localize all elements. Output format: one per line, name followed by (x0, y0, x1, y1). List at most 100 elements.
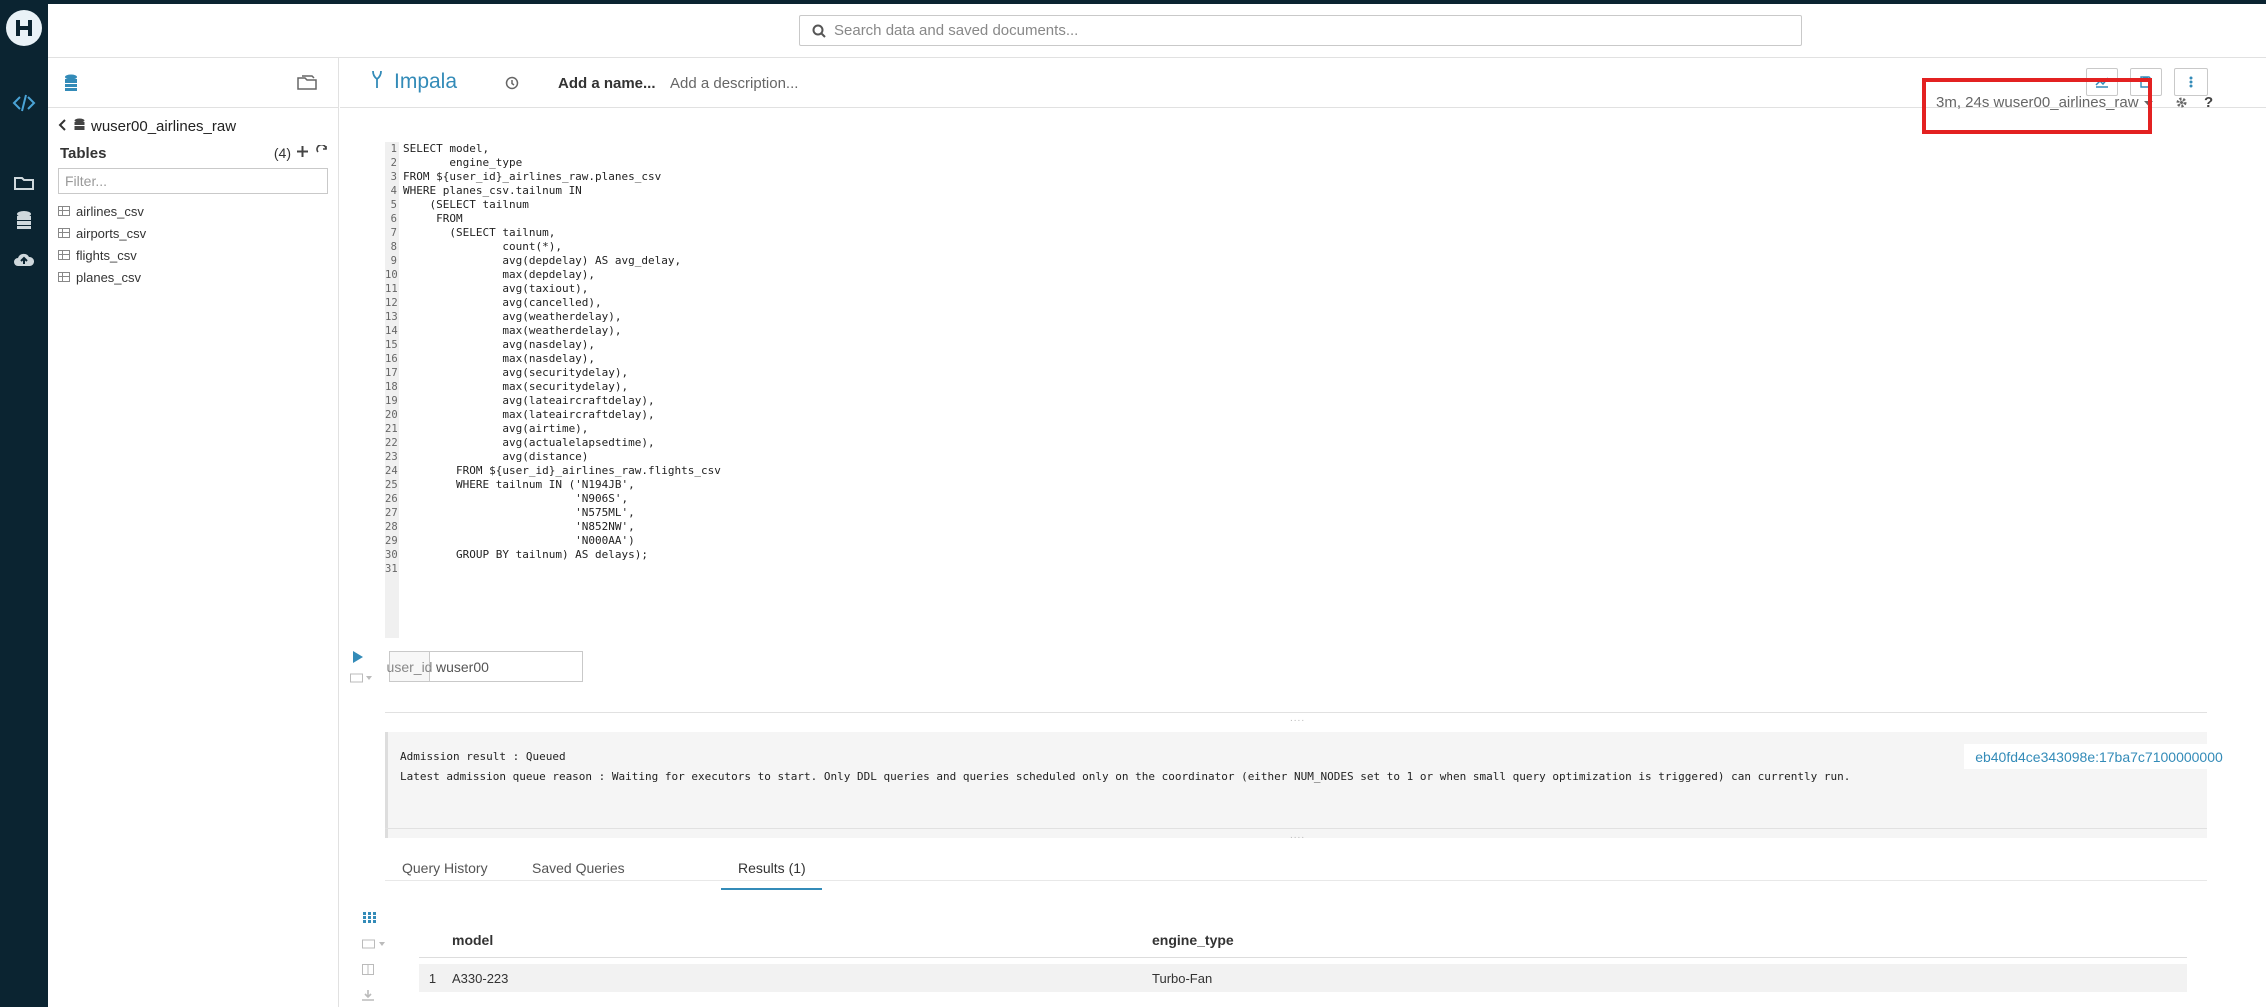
tab-query-history[interactable]: Query History (402, 860, 488, 876)
refresh-icon[interactable] (316, 143, 328, 162)
history-icon[interactable] (505, 76, 519, 95)
assist-panel-header (48, 58, 338, 108)
assist-panel: wuser00_airlines_raw Tables (4) Filter..… (48, 58, 339, 1007)
code-line: avg(securitydelay), (403, 366, 629, 379)
table-item-airlines_csv[interactable]: airlines_csv (58, 200, 146, 222)
grid-view-icon[interactable] (363, 910, 376, 928)
table-icon (58, 250, 70, 260)
code-line: avg(airtime), (403, 422, 589, 435)
results-grid: model engine_type 1 A330-223 Turbo-Fan (419, 932, 2187, 992)
code-line: FROM ${user_id}_airlines_raw.planes_csv (403, 170, 662, 183)
code-line: count(*), (403, 240, 562, 253)
code-line: (SELECT tailnum (403, 198, 529, 211)
code-line: 'N852NW', (403, 520, 635, 533)
table-icon (58, 228, 70, 238)
editor-code-icon[interactable] (10, 89, 38, 117)
help-button[interactable]: ? (2204, 94, 2213, 111)
log-line: Admission result : Queued (400, 750, 566, 763)
table-icon (58, 272, 70, 282)
row-number-header (419, 932, 446, 957)
plus-icon[interactable] (297, 144, 308, 162)
code-line: max(securitydelay), (403, 380, 629, 393)
code-line: avg(depdelay) AS avg_delay, (403, 254, 682, 267)
code-line: avg(lateaircraftdelay), (403, 394, 655, 407)
parameter-key: user_id (387, 652, 432, 681)
code-line: 'N575ML', (403, 506, 635, 519)
code-line: avg(actualelapsedtime), (403, 436, 655, 449)
table-name: airlines_csv (76, 203, 144, 219)
columns-icon[interactable] (362, 964, 374, 978)
database-breadcrumb[interactable]: wuser00_airlines_raw (58, 118, 236, 135)
parameter-value-input[interactable]: wuser00 (430, 652, 582, 681)
sql-code-editor[interactable]: 1 2 3 4 5 6 7 8 9 10 11 12 13 14 15 16 17 18 19 20 21 22 23 2… (385, 142, 2045, 638)
editor-main: Impala Add a name... Add a description..… (340, 58, 2266, 1007)
code-line: 'N000AA') (403, 534, 635, 547)
tables-header: Tables (4) (60, 143, 328, 162)
add-name-field[interactable]: Add a name... (558, 75, 656, 92)
code-line: avg(cancelled), (403, 296, 602, 309)
run-play-icon[interactable] (353, 650, 363, 666)
chevron-left-icon[interactable] (58, 118, 68, 135)
code-lines: SELECT model, engine_type FROM ${user_id… (403, 142, 721, 576)
add-description-field[interactable]: Add a description... (670, 75, 798, 92)
highlight-box (1922, 78, 2152, 134)
chart-view-icon[interactable] (362, 938, 388, 952)
code-line: GROUP BY tailnum) AS delays); (403, 548, 649, 561)
search-icon (812, 24, 826, 38)
parameter-user-id: user_id wuser00 (387, 651, 583, 682)
database-icon (74, 118, 85, 135)
impala-icon (370, 70, 384, 94)
line-number-gutter: 1 2 3 4 5 6 7 8 9 10 11 12 13 14 15 16 17 18 19 20 21 22 23 2… (385, 142, 399, 638)
documents-icon[interactable] (296, 73, 318, 96)
table-filter-input[interactable]: Filter... (58, 168, 328, 194)
resize-handle[interactable]: .... (1290, 713, 1305, 724)
top-header: Search data and saved documents... (48, 4, 2266, 58)
table-name: flights_csv (76, 247, 137, 263)
cell-engine-type: Turbo-Fan (1152, 970, 1213, 986)
table-row[interactable]: 1 A330-223 Turbo-Fan (419, 964, 2187, 992)
code-line: avg(distance) (403, 450, 589, 463)
code-line: max(weatherdelay), (403, 324, 622, 337)
tab-results[interactable]: Results (1) (738, 860, 806, 876)
snippet-type-icon[interactable] (350, 672, 374, 686)
engine-title[interactable]: Impala (370, 70, 457, 94)
table-item-flights_csv[interactable]: flights_csv (58, 244, 146, 266)
kebab-menu-icon (2189, 76, 2193, 88)
column-header-engine-type[interactable]: engine_type (1152, 932, 2187, 957)
global-search-input[interactable]: Search data and saved documents... (799, 15, 1802, 46)
code-line: max(depdelay), (403, 268, 596, 281)
session-selector[interactable]: 3m, 24s wuser00_airlines_raw (1922, 78, 2153, 134)
code-line: engine_type (403, 156, 523, 169)
table-name: planes_csv (76, 269, 142, 285)
database-icon[interactable] (64, 74, 78, 97)
tables-count: (4) (273, 145, 291, 161)
documents-icon[interactable] (10, 168, 38, 196)
tables-label: Tables (60, 144, 107, 162)
table-icon (58, 206, 70, 216)
code-line: WHERE planes_csv.tailnum IN (403, 184, 582, 197)
column-header-model[interactable]: model (446, 932, 1152, 957)
left-nav-rail (0, 0, 48, 1007)
cloud-upload-icon[interactable] (10, 245, 38, 273)
database-icon[interactable] (10, 206, 38, 234)
table-list: airlines_csv airports_csv flights_csv pl… (58, 200, 146, 288)
hue-logo[interactable] (6, 10, 42, 46)
gear-icon[interactable] (2175, 96, 2188, 114)
database-name: wuser00_airlines_raw (91, 118, 237, 135)
table-item-planes_csv[interactable]: planes_csv (58, 266, 146, 288)
active-tab-indicator (721, 888, 822, 890)
query-id-link[interactable]: eb40fd4ce343098e:17ba7c7100000000 (1964, 744, 2234, 769)
table-item-airports_csv[interactable]: airports_csv (58, 222, 146, 244)
pane-divider[interactable] (385, 828, 2207, 829)
row-number: 1 (428, 970, 437, 986)
tab-saved-queries[interactable]: Saved Queries (532, 860, 625, 876)
code-line: (SELECT tailnum, (403, 226, 556, 239)
resize-handle[interactable]: .... (1290, 830, 1305, 841)
more-options-button[interactable] (2174, 68, 2208, 96)
table-name: airports_csv (76, 225, 147, 241)
code-line: max(nasdelay), (403, 352, 596, 365)
engine-name: Impala (394, 70, 458, 93)
results-header-row: model engine_type (419, 932, 2187, 958)
download-icon[interactable] (362, 990, 374, 1004)
